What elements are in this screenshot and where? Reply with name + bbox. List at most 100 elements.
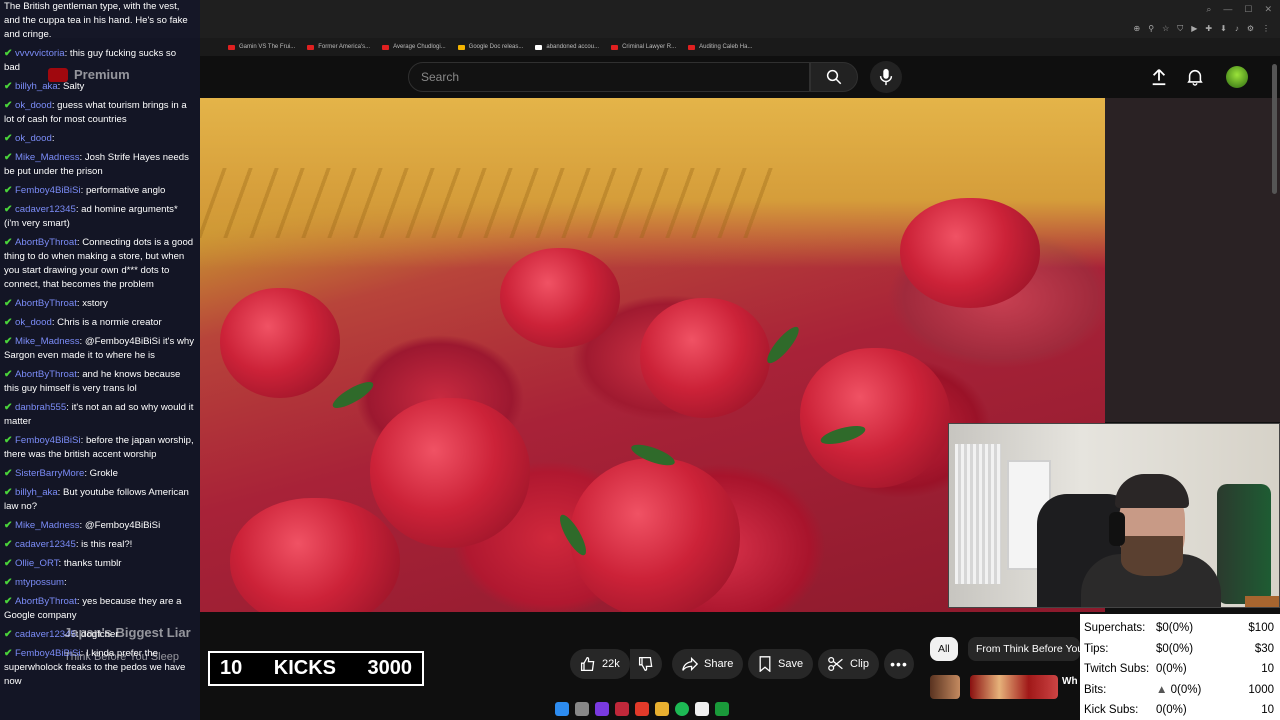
- downloads-icon[interactable]: ⬇: [1220, 24, 1227, 34]
- clip-button[interactable]: Clip: [818, 649, 879, 679]
- chat-username[interactable]: Mike_Madness: [15, 152, 80, 163]
- video-frame-strawberry: [220, 288, 340, 398]
- search-taskbar-icon[interactable]: [575, 702, 589, 716]
- bookmark-item[interactable]: Gamin VS The Frui...: [228, 44, 295, 50]
- chat-message: ✔ Mike_Madness: Josh Strife Hayes needs b…: [4, 151, 194, 179]
- chat-username[interactable]: Femboy4BiBiSi: [15, 185, 81, 196]
- goal-label: Superchats:: [1084, 622, 1146, 635]
- close-icon[interactable]: ✕: [1264, 4, 1272, 15]
- search-button[interactable]: [810, 62, 858, 92]
- chat-message: ✔ billyh_aka: But youtube follows America…: [4, 486, 194, 514]
- app-icon[interactable]: [615, 702, 629, 716]
- chat-username[interactable]: SisterBarryMore: [15, 468, 84, 479]
- recommended-thumbnail[interactable]: [970, 675, 1058, 699]
- chat-username[interactable]: Mike_Madness: [15, 336, 80, 347]
- chat-username[interactable]: cadaver12345: [15, 539, 76, 550]
- zoom-icon[interactable]: ⊕: [1134, 24, 1141, 34]
- bookmark-item[interactable]: Former America's...: [307, 44, 370, 50]
- chat-username[interactable]: billyh_aka: [15, 81, 58, 92]
- settings-icon[interactable]: ⚙: [1247, 24, 1254, 34]
- chat-overlay: Premium The British gentleman type, with…: [0, 0, 200, 720]
- goal-value: 0(0%): [1170, 683, 1202, 696]
- chat-text: thanks tumblr: [63, 558, 122, 569]
- chat-username[interactable]: AbortByThroat: [15, 298, 77, 309]
- goal-target: 1000: [1248, 683, 1274, 696]
- minimize-icon[interactable]: —: [1223, 4, 1232, 15]
- search-tabs-icon[interactable]: ⌕: [1206, 4, 1211, 15]
- video-frame-strawberry: [900, 198, 1040, 308]
- goal-value: 0(0%): [1156, 704, 1187, 717]
- share-button[interactable]: Share: [672, 649, 744, 679]
- chat-username[interactable]: ok_dood: [15, 317, 52, 328]
- kick-badge-icon: ✔: [4, 539, 13, 550]
- upload-button[interactable]: [1148, 66, 1170, 88]
- chat-username[interactable]: Mike_Madness: [15, 520, 80, 531]
- clip-label: Clip: [850, 658, 869, 670]
- recommended-title[interactable]: Wh: [1062, 676, 1078, 687]
- bookmark-item[interactable]: Average Chudlogi...: [382, 44, 446, 50]
- kick-badge-icon: ✔: [4, 133, 13, 144]
- chat-username[interactable]: ok_dood: [15, 100, 52, 111]
- start-menu-icon[interactable]: [555, 702, 569, 716]
- youtube-logo[interactable]: Premium: [48, 68, 130, 82]
- bookmark-star-icon[interactable]: ☆: [1162, 24, 1169, 34]
- chat-username[interactable]: cadaver12345: [15, 204, 76, 215]
- webcam-streamer-cap: [1115, 474, 1189, 508]
- share-icon: [682, 656, 698, 672]
- voice-search-button[interactable]: [870, 61, 902, 93]
- discord-icon[interactable]: [595, 702, 609, 716]
- spotify-icon[interactable]: [675, 702, 689, 716]
- chat-username[interactable]: mtypossum: [15, 577, 64, 588]
- goal-value: 0(0%): [1156, 663, 1187, 676]
- notifications-button[interactable]: [1184, 66, 1206, 88]
- kick-badge-icon: ✔: [4, 558, 13, 569]
- like-button[interactable]: 22k: [570, 649, 630, 679]
- save-button[interactable]: Save: [748, 649, 814, 679]
- pin-icon[interactable]: ⚲: [1148, 24, 1154, 34]
- puzzle-icon[interactable]: ✚: [1205, 24, 1212, 34]
- chat-username[interactable]: vvvvvictoria: [15, 48, 65, 59]
- bookmark-label: Gamin VS The Frui...: [239, 44, 296, 50]
- more-actions-button[interactable]: •••: [884, 649, 914, 679]
- goal-target: 10: [1261, 704, 1274, 717]
- search-input[interactable]: Search: [408, 62, 810, 92]
- chat-username[interactable]: billyh_aka: [15, 487, 58, 498]
- bookmark-item[interactable]: Criminal Lawyer R...: [611, 44, 676, 50]
- kick-badge-icon: ✔: [4, 435, 13, 446]
- bookmark-item[interactable]: abandoned accou...: [535, 44, 599, 50]
- chat-username[interactable]: AbortByThroat: [15, 369, 77, 380]
- dislike-button[interactable]: [630, 649, 662, 679]
- maximize-icon[interactable]: ☐: [1244, 4, 1252, 15]
- play-ext-icon[interactable]: ▶: [1191, 24, 1197, 34]
- recommended-thumbnail[interactable]: [930, 675, 960, 699]
- folder-icon[interactable]: [655, 702, 669, 716]
- shield-icon[interactable]: ⛉: [1177, 24, 1183, 34]
- menu-dots-icon[interactable]: ⋮: [1262, 24, 1270, 34]
- channel-name[interactable]: Think Before You Sleep: [64, 651, 179, 663]
- chat-message: ✔ billyh_aka: Salty: [4, 80, 194, 94]
- page-scrollbar[interactable]: [1272, 64, 1277, 194]
- secondary-panel: [1105, 98, 1280, 422]
- audio-icon[interactable]: ♪: [1235, 24, 1239, 34]
- chat-username[interactable]: Ollie_ORT: [15, 558, 59, 569]
- kicks-counter: 10 KICKS 3000: [208, 651, 424, 686]
- chat-username[interactable]: AbortByThroat: [15, 596, 77, 607]
- chat-username[interactable]: Femboy4BiBiSi: [15, 435, 81, 446]
- notes-icon[interactable]: [695, 702, 709, 716]
- chat-username[interactable]: ok_dood: [15, 133, 52, 144]
- chat-username[interactable]: danbrah555: [15, 402, 66, 413]
- chrome-icon[interactable]: [635, 702, 649, 716]
- premium-label: Premium: [74, 67, 130, 82]
- xbox-icon[interactable]: [715, 702, 729, 716]
- kick-badge-icon: ✔: [4, 81, 13, 92]
- chip-from-channel[interactable]: From Think Before You...: [968, 637, 1080, 661]
- bookmark-item[interactable]: Auditing Caleb Ha...: [688, 44, 752, 50]
- kicks-label: KICKS: [273, 657, 336, 679]
- avatar[interactable]: [1226, 66, 1248, 88]
- chat-username[interactable]: AbortByThroat: [15, 237, 77, 248]
- video-frame-strawberry: [230, 498, 400, 612]
- bookmark-item[interactable]: Google Doc releas...: [457, 44, 523, 50]
- chip-all[interactable]: All: [930, 637, 958, 661]
- kick-badge-icon: ✔: [4, 520, 13, 531]
- kicks-count: 10: [220, 657, 243, 679]
